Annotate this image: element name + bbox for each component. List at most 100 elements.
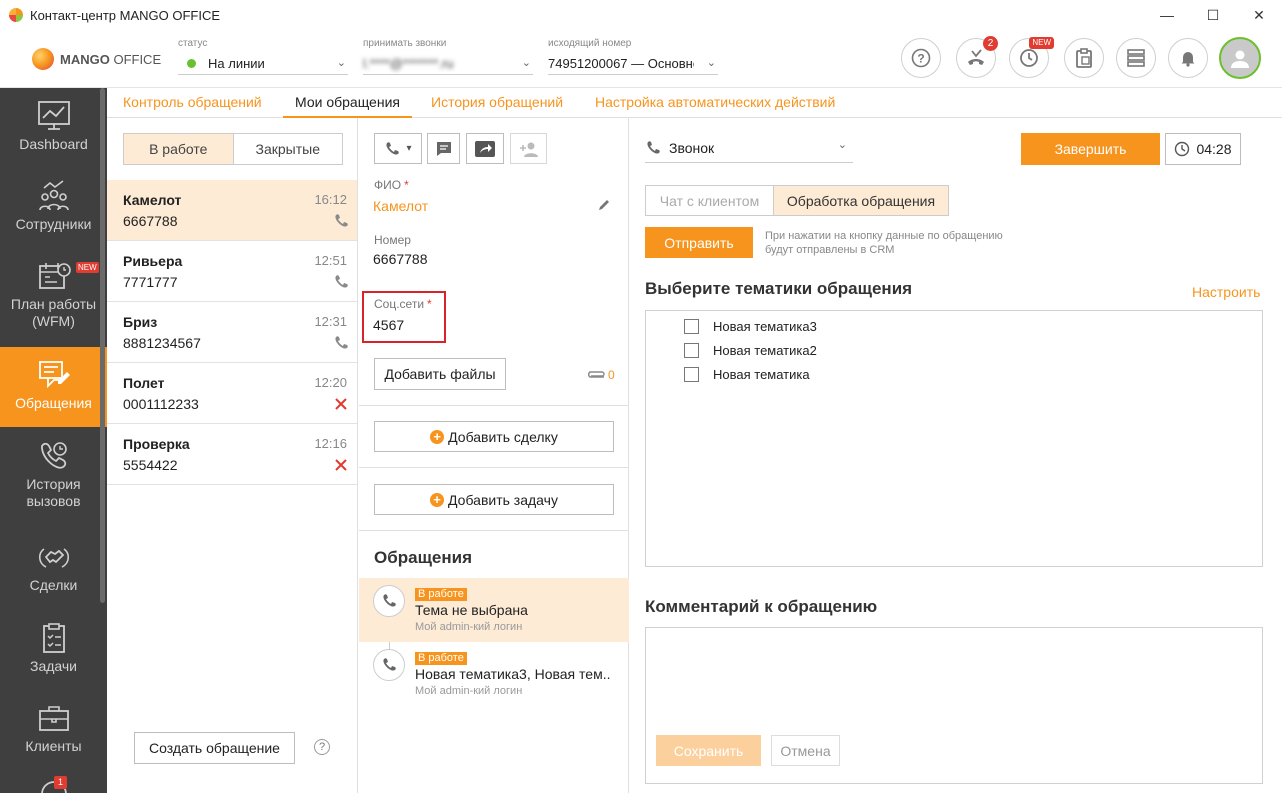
forward-button[interactable] <box>466 133 504 164</box>
list-button[interactable] <box>1116 38 1156 78</box>
topic-item[interactable]: Новая тематика3 <box>684 319 817 334</box>
clipboard-button[interactable] <box>1064 38 1104 78</box>
chevron-down-icon: ⌄ <box>521 57 531 69</box>
tab-automation[interactable]: Настройка автоматических действий <box>595 94 835 110</box>
bell-icon <box>1181 52 1195 67</box>
timeline-sub: Мой admin-кий логин <box>415 685 523 697</box>
sidebar-item-employees[interactable]: Сотрудники <box>0 180 107 233</box>
tab-control[interactable]: Контроль обращений <box>123 94 262 110</box>
number-value[interactable]: 6667788 <box>373 251 428 267</box>
help-icon: ? <box>911 48 931 68</box>
sidebar-item-label: План работы (WFM) <box>10 296 97 329</box>
sidebar-item-wfm[interactable]: NEW План работы (WFM) <box>0 260 107 330</box>
status-value: На линии <box>208 56 265 71</box>
fio-label: ФИО * <box>374 178 409 192</box>
checkbox[interactable] <box>684 343 699 358</box>
clipboard-icon <box>1076 48 1092 68</box>
cancel-button[interactable]: Отмена <box>771 735 840 766</box>
checkbox[interactable] <box>684 319 699 334</box>
calendar-clock-icon <box>38 263 71 289</box>
tab-my-requests[interactable]: Мои обращения <box>283 94 412 118</box>
sidebar-item-requests[interactable]: Обращения <box>0 347 107 427</box>
topic-item[interactable]: Новая тематика2 <box>684 343 817 358</box>
chevron-down-icon: ⌄ <box>837 139 847 151</box>
add-deal-button[interactable]: + Добавить сделку <box>374 421 614 452</box>
finish-button[interactable]: Завершить <box>1021 133 1160 165</box>
sidebar-item-dashboard[interactable]: Dashboard <box>0 100 107 153</box>
call-dropdown-button[interactable]: ▾ <box>374 133 422 164</box>
brand-name: MANGO OFFICE <box>60 51 162 67</box>
fio-value[interactable]: Камелот <box>373 198 428 214</box>
phone-icon <box>373 649 405 681</box>
save-button[interactable]: Сохранить <box>656 735 761 766</box>
list-item[interactable]: Проверка 5554422 12:16 <box>107 424 357 485</box>
channel-select[interactable]: Звонок ⌄ <box>645 134 853 163</box>
sidebar-item-more[interactable]: 1 <box>40 776 68 793</box>
sidebar-scrollbar[interactable] <box>100 88 105 603</box>
svg-text:?: ? <box>917 52 924 66</box>
phone-icon <box>335 214 348 227</box>
segment-in-work[interactable]: В работе <box>124 134 234 164</box>
help-icon[interactable]: ? <box>314 739 330 755</box>
send-button[interactable]: Отправить <box>645 227 753 258</box>
outgoing-number-value: 74951200067 — Основнс <box>548 56 694 71</box>
sidebar-item-label: Сделки <box>29 577 78 593</box>
sidebar-item-tasks[interactable]: Задачи <box>0 622 107 675</box>
sidebar-item-deals[interactable]: Сделки <box>0 541 107 594</box>
help-button[interactable]: ? <box>901 38 941 78</box>
notifications-button[interactable] <box>1168 38 1208 78</box>
list-item-name: Полет <box>123 375 165 391</box>
status-field[interactable]: статус На линии ⌄ <box>178 38 348 75</box>
timeline-item[interactable]: В работе Тема не выбрана Мой admin-кий л… <box>359 578 629 642</box>
comment-textarea[interactable]: Сохранить Отмена <box>645 627 1263 784</box>
close-button[interactable]: ✕ <box>1236 0 1282 30</box>
add-user-button[interactable] <box>510 133 547 164</box>
list-item-time: 12:31 <box>314 314 347 329</box>
tab-processing[interactable]: Обработка обращения <box>774 186 948 215</box>
accept-calls-field[interactable]: принимать звонки l.****@*******.ru ⌄ <box>363 38 533 75</box>
requests-icon <box>38 361 70 389</box>
user-avatar[interactable] <box>1219 37 1261 79</box>
timeline-title: Новая тематика3, Новая тем... <box>415 666 611 682</box>
checkbox[interactable] <box>684 367 699 382</box>
configure-link[interactable]: Настроить <box>1192 284 1260 300</box>
segment-closed[interactable]: Закрытые <box>234 134 343 164</box>
clock-icon <box>1020 49 1038 67</box>
chat-icon <box>436 141 451 156</box>
timeline-title: Тема не выбрана <box>415 602 528 618</box>
list-item-phone: 7771777 <box>123 274 178 290</box>
tab-chat-client[interactable]: Чат с клиентом <box>646 186 774 215</box>
missed-calls-button[interactable]: 2 <box>956 36 998 78</box>
timeline-item[interactable]: В работе Новая тематика3, Новая тем... М… <box>359 642 629 706</box>
list-item[interactable]: Ривьера 7771777 12:51 <box>107 241 357 302</box>
app-header: MANGO OFFICE статус На линии ⌄ принимать… <box>0 30 1282 88</box>
message-button[interactable] <box>427 133 460 164</box>
outgoing-number-field[interactable]: исходящий номер 74951200067 — Основнс ⌄ <box>548 38 718 75</box>
list-item[interactable]: Полет 0001112233 12:20 <box>107 363 357 424</box>
phone-icon <box>386 141 400 155</box>
topics-title: Выберите тематики обращения <box>645 279 913 298</box>
timer: 04:28 <box>1165 133 1241 165</box>
sidebar-item-clients[interactable]: Клиенты <box>0 702 107 755</box>
online-status-icon <box>187 59 196 68</box>
clock-icon <box>1175 141 1190 157</box>
social-value[interactable]: 4567 <box>373 317 404 333</box>
add-files-button[interactable]: Добавить файлы <box>374 358 506 390</box>
comment-title: Комментарий к обращению <box>645 597 878 616</box>
topic-item[interactable]: Новая тематика <box>684 367 810 382</box>
tab-history[interactable]: История обращений <box>431 94 563 110</box>
divider <box>359 405 629 406</box>
list-item-time: 12:20 <box>314 375 347 390</box>
list-item-phone: 5554422 <box>123 457 178 473</box>
list-item[interactable]: Камелот 6667788 16:12 <box>107 180 357 241</box>
history-button[interactable]: NEW <box>1009 37 1054 78</box>
sidebar-item-call-history[interactable]: История вызовов <box>0 440 107 510</box>
create-request-button[interactable]: Создать обращение <box>134 732 295 764</box>
processing-panel: Звонок ⌄ Завершить 04:28 Чат с клиентом … <box>630 118 1282 793</box>
sidebar-item-label: Сотрудники <box>15 216 92 232</box>
pencil-icon[interactable] <box>597 198 611 212</box>
list-item[interactable]: Бриз 8881234567 12:31 <box>107 302 357 363</box>
add-task-button[interactable]: + Добавить задачу <box>374 484 614 515</box>
minimize-button[interactable]: — <box>1144 0 1190 30</box>
maximize-button[interactable]: ☐ <box>1190 0 1236 30</box>
